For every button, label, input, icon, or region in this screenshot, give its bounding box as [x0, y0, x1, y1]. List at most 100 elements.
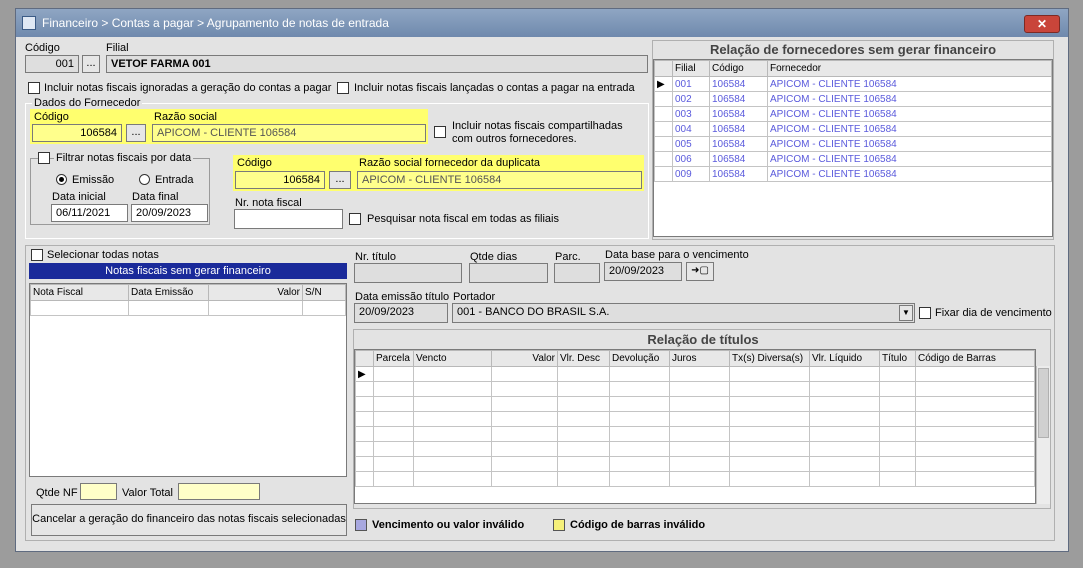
portador-label: Portador: [453, 291, 496, 303]
include-ignored-checkbox[interactable]: [28, 82, 40, 94]
table-row[interactable]: [355, 456, 1035, 472]
col-devolucao[interactable]: Devolução: [609, 350, 670, 367]
data-base-field[interactable]: 20/09/2023: [604, 262, 682, 281]
table-row[interactable]: [30, 300, 346, 316]
chevron-down-icon[interactable]: ▼: [899, 305, 913, 321]
table-row[interactable]: 003 106584 APICOM - CLIENTE 106584: [654, 106, 1052, 122]
table-row[interactable]: [355, 411, 1035, 427]
include-shared-label: Incluir notas fiscais compartilhadas com…: [452, 120, 623, 145]
col-juros[interactable]: Juros: [669, 350, 730, 367]
col-filial[interactable]: Filial: [672, 60, 710, 77]
valor-total-field: [178, 483, 260, 500]
invoice-number-field[interactable]: [234, 209, 343, 229]
col-titulo-valor[interactable]: Valor: [491, 350, 558, 367]
col-codigo-barras[interactable]: Código de Barras: [915, 350, 1035, 367]
filial-browse-button[interactable]: ...: [82, 55, 100, 73]
select-all-notes-label: Selecionar todas notas: [47, 249, 159, 261]
table-row[interactable]: [355, 441, 1035, 457]
table-row[interactable]: [355, 381, 1035, 397]
entry-radio-label: Entrada: [155, 174, 194, 186]
duplicate-browse-button[interactable]: ...: [329, 171, 351, 189]
supplier-name-field: APICOM - CLIENTE 106584: [152, 124, 426, 142]
invalid-due-swatch: [355, 519, 367, 531]
cancel-financial-button[interactable]: Cancelar a geração do financeiro das not…: [31, 504, 347, 536]
col-data-emissao[interactable]: Data Emissão: [128, 284, 209, 301]
qtde-dias-field[interactable]: [469, 263, 548, 283]
search-all-branches-checkbox[interactable]: [349, 213, 361, 225]
titles-panel: Relação de títulos Parcela Vencto Valor …: [353, 329, 1051, 509]
invalid-barcode-label: Código de barras inválido: [570, 519, 706, 531]
titles-panel-title: Relação de títulos: [647, 332, 759, 347]
close-button[interactable]: ✕: [1024, 15, 1060, 33]
nr-titulo-label: Nr. título: [355, 251, 396, 263]
main-window: Financeiro > Contas a pagar > Agrupament…: [15, 8, 1069, 552]
table-row[interactable]: ▶ 001 106584 APICOM - CLIENTE 106584: [654, 76, 1052, 92]
table-row[interactable]: ▶: [355, 366, 1035, 382]
app-icon: [22, 16, 36, 30]
col-parcela[interactable]: Parcela: [373, 350, 414, 367]
col-taxas[interactable]: Tx(s) Diversa(s): [729, 350, 810, 367]
table-row[interactable]: 009 106584 APICOM - CLIENTE 106584: [654, 166, 1052, 182]
start-date-field[interactable]: 06/11/2021: [51, 204, 128, 222]
titles-grid[interactable]: Parcela Vencto Valor Vlr. Desc Devolução…: [354, 349, 1036, 504]
col-titulo[interactable]: Título: [879, 350, 916, 367]
select-all-notes-checkbox[interactable]: [31, 249, 43, 261]
include-launched-label: Incluir notas fiscais lançadas o contas …: [354, 82, 635, 94]
supplier-group-title: Dados do Fornecedor: [32, 97, 143, 109]
suppliers-grid[interactable]: Filial Código Fornecedor ▶ 001 106584 APICOM …: [653, 59, 1053, 237]
date-filter-checkbox[interactable]: [38, 152, 50, 164]
table-row[interactable]: 006 106584 APICOM - CLIENTE 106584: [654, 151, 1052, 167]
col-nota-fiscal[interactable]: Nota Fiscal: [30, 284, 129, 301]
qtde-nf-label: Qtde NF: [36, 487, 78, 499]
filial-label: Filial: [106, 42, 129, 54]
invalid-barcode-swatch: [553, 519, 565, 531]
data-emissao-field[interactable]: 20/09/2023: [354, 303, 448, 323]
col-codigo[interactable]: Código: [709, 60, 768, 77]
supplier-code-field[interactable]: 106584: [32, 124, 122, 142]
duplicate-name-field: APICOM - CLIENTE 106584: [357, 171, 642, 189]
table-row[interactable]: 002 106584 APICOM - CLIENTE 106584: [654, 91, 1052, 107]
table-row[interactable]: 005 106584 APICOM - CLIENTE 106584: [654, 136, 1052, 152]
apply-date-button[interactable]: ➜▢: [686, 262, 714, 281]
end-date-label: Data final: [132, 191, 179, 203]
data-base-label: Data base para o vencimento: [605, 249, 749, 261]
notes-grid-title: Notas fiscais sem gerar financeiro: [29, 263, 347, 279]
include-shared-checkbox[interactable]: [434, 126, 446, 138]
qtde-dias-label: Qtde dias: [470, 251, 518, 263]
titles-scrollbar[interactable]: [1036, 366, 1050, 504]
include-launched-checkbox[interactable]: [337, 82, 349, 94]
fixar-vencimento-checkbox[interactable]: [919, 307, 931, 319]
table-row[interactable]: 004 106584 APICOM - CLIENTE 106584: [654, 121, 1052, 137]
col-vlr-liquido[interactable]: Vlr. Líquido: [809, 350, 880, 367]
duplicate-code-label: Código: [237, 157, 272, 169]
suppliers-panel-title: Relação de fornecedores sem gerar financ…: [709, 42, 997, 57]
col-fornecedor[interactable]: Fornecedor: [767, 60, 1052, 77]
parc-label: Parc.: [555, 251, 581, 263]
scrollbar-thumb[interactable]: [1038, 368, 1049, 438]
data-emissao-label: Data emissão título: [355, 291, 450, 303]
col-sn[interactable]: S/N: [302, 284, 346, 301]
parc-field[interactable]: [554, 263, 600, 283]
duplicate-name-label: Razão social fornecedor da duplicata: [359, 157, 541, 169]
supplier-code-label: Código: [34, 111, 69, 123]
duplicate-code-field[interactable]: 106584: [235, 171, 325, 189]
portador-select[interactable]: 001 - BANCO DO BRASIL S.A.: [452, 303, 915, 323]
nr-titulo-field[interactable]: [354, 263, 462, 283]
col-vlr-desc[interactable]: Vlr. Desc: [557, 350, 610, 367]
end-date-field[interactable]: 20/09/2023: [131, 204, 208, 222]
invalid-due-label: Vencimento ou valor inválido: [372, 519, 525, 531]
codigo-label: Código: [25, 42, 60, 54]
col-valor[interactable]: Valor: [208, 284, 303, 301]
table-row[interactable]: [355, 396, 1035, 412]
filial-codigo-field[interactable]: 001: [25, 55, 79, 73]
notes-grid[interactable]: Nota Fiscal Data Emissão Valor S/N: [29, 283, 347, 477]
title-bar: Financeiro > Contas a pagar > Agrupament…: [16, 9, 1068, 37]
supplier-browse-button[interactable]: ...: [126, 124, 146, 142]
table-row[interactable]: [355, 471, 1035, 487]
col-vencto[interactable]: Vencto: [413, 350, 492, 367]
date-filter-label: Filtrar notas fiscais por data: [54, 152, 194, 164]
entry-radio[interactable]: [139, 174, 150, 185]
window-title: Financeiro > Contas a pagar > Agrupament…: [42, 16, 389, 30]
table-row[interactable]: [355, 426, 1035, 442]
emission-radio[interactable]: [56, 174, 67, 185]
